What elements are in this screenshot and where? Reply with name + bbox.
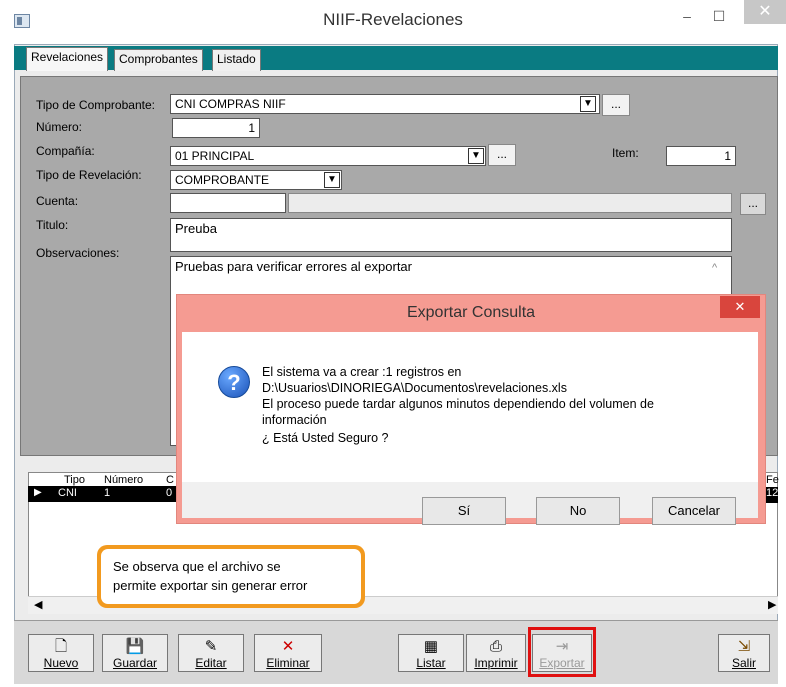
- column-header-tipo[interactable]: Tipo: [64, 474, 85, 486]
- printer-icon: ⎙: [489, 638, 502, 655]
- dialog-message-path: D:\Usuarios\DINORIEGA\Documentos\revelac…: [262, 381, 567, 395]
- tab-revelaciones[interactable]: Revelaciones: [26, 47, 109, 71]
- titulo-label: Titulo:: [36, 218, 69, 232]
- row-cell-c: 0: [166, 487, 173, 499]
- numero-field[interactable]: 1: [172, 118, 260, 138]
- row-cell-tipo: CNI: [58, 487, 77, 499]
- guardar-button[interactable]: 💾 Guardar: [102, 634, 168, 672]
- yes-button[interactable]: Sí: [422, 497, 506, 525]
- scroll-right-icon[interactable]: ▶: [768, 598, 776, 611]
- scroll-left-icon[interactable]: ◀: [34, 598, 42, 611]
- column-header-numero[interactable]: Número: [104, 474, 143, 486]
- compania-select[interactable]: 01 PRINCIPAL: [170, 146, 486, 166]
- item-field[interactable]: 1: [666, 146, 736, 166]
- table-row[interactable]: [28, 486, 178, 502]
- question-icon: ?: [218, 366, 250, 398]
- row-cell-fecha: 12/: [766, 487, 778, 503]
- column-header-fecha[interactable]: Fe: [766, 474, 779, 486]
- annotation-callout-text: Se observa que el archivo se permite exp…: [101, 549, 361, 604]
- no-button[interactable]: No: [536, 497, 620, 525]
- delete-icon: ✕: [281, 638, 295, 655]
- tipo-revelacion-select[interactable]: COMPROBANTE: [170, 170, 342, 190]
- row-cell-numero: 1: [104, 487, 111, 499]
- scroll-up-icon[interactable]: ^: [712, 262, 717, 274]
- window-title: NIIF-Revelaciones: [323, 10, 463, 29]
- salir-button[interactable]: ⇲ Salir: [718, 634, 770, 672]
- dialog-title: Exportar Consulta: [406, 304, 536, 321]
- chevron-down-icon[interactable]: ▼: [468, 148, 484, 164]
- cancel-button[interactable]: Cancelar: [652, 497, 736, 525]
- chevron-down-icon[interactable]: ▼: [580, 96, 596, 112]
- numero-label: Número:: [36, 120, 83, 134]
- item-label: Item:: [612, 146, 639, 160]
- dialog-question: ¿ Está Usted Seguro ?: [262, 431, 389, 445]
- tipo-revelacion-label: Tipo de Revelación:: [36, 168, 142, 182]
- save-icon: 💾: [125, 638, 145, 655]
- eliminar-button[interactable]: ✕ Eliminar: [254, 634, 322, 672]
- dialog-message-line1: El sistema va a crear :1 registros en: [262, 365, 462, 379]
- tipo-comprobante-select[interactable]: CNI COMPRAS NIIF: [170, 94, 600, 114]
- list-icon: ▦: [423, 638, 439, 655]
- tipo-comprobante-ellipsis-button[interactable]: ...: [602, 94, 630, 116]
- chevron-down-icon[interactable]: ▼: [324, 172, 340, 188]
- column-header-c[interactable]: C: [166, 474, 174, 486]
- compania-label: Compañía:: [36, 144, 95, 158]
- dialog-message-line3: El proceso puede tardar algunos minutos …: [262, 397, 654, 411]
- row-pointer-icon: ▶: [34, 487, 42, 498]
- titulo-field[interactable]: Preuba: [170, 218, 732, 252]
- callout-line1: Se observa que el archivo se: [113, 559, 281, 574]
- compania-ellipsis-button[interactable]: ...: [488, 144, 516, 166]
- tab-listado[interactable]: Listado: [212, 49, 261, 71]
- nuevo-button[interactable]: 🗋 Nuevo: [28, 634, 94, 672]
- observaciones-label: Observaciones:: [36, 246, 120, 260]
- tab-comprobantes[interactable]: Comprobantes: [114, 49, 203, 71]
- cuenta-field[interactable]: [170, 193, 286, 213]
- callout-line2: permite exportar sin generar error: [113, 578, 308, 593]
- listar-button[interactable]: ▦ Listar: [398, 634, 464, 672]
- cuenta-label: Cuenta:: [36, 194, 79, 208]
- editar-button[interactable]: ✎ Editar: [178, 634, 244, 672]
- imprimir-button[interactable]: ⎙ Imprimir: [466, 634, 526, 672]
- edit-icon: ✎: [204, 638, 218, 655]
- minimize-button[interactable]: –: [674, 6, 700, 26]
- tipo-comprobante-label: Tipo de Comprobante:: [36, 98, 155, 112]
- close-window-button[interactable]: ✕: [744, 0, 786, 24]
- dialog-message-line4: información: [262, 413, 327, 427]
- maximize-button[interactable]: ☐: [706, 6, 732, 26]
- new-document-icon: 🗋: [54, 638, 68, 655]
- cuenta-ellipsis-button[interactable]: ...: [740, 193, 766, 215]
- exit-icon: ⇲: [737, 638, 751, 655]
- cuenta-description: [288, 193, 732, 213]
- exportar-highlight-box: [528, 627, 596, 677]
- dialog-close-button[interactable]: ✕: [720, 296, 760, 318]
